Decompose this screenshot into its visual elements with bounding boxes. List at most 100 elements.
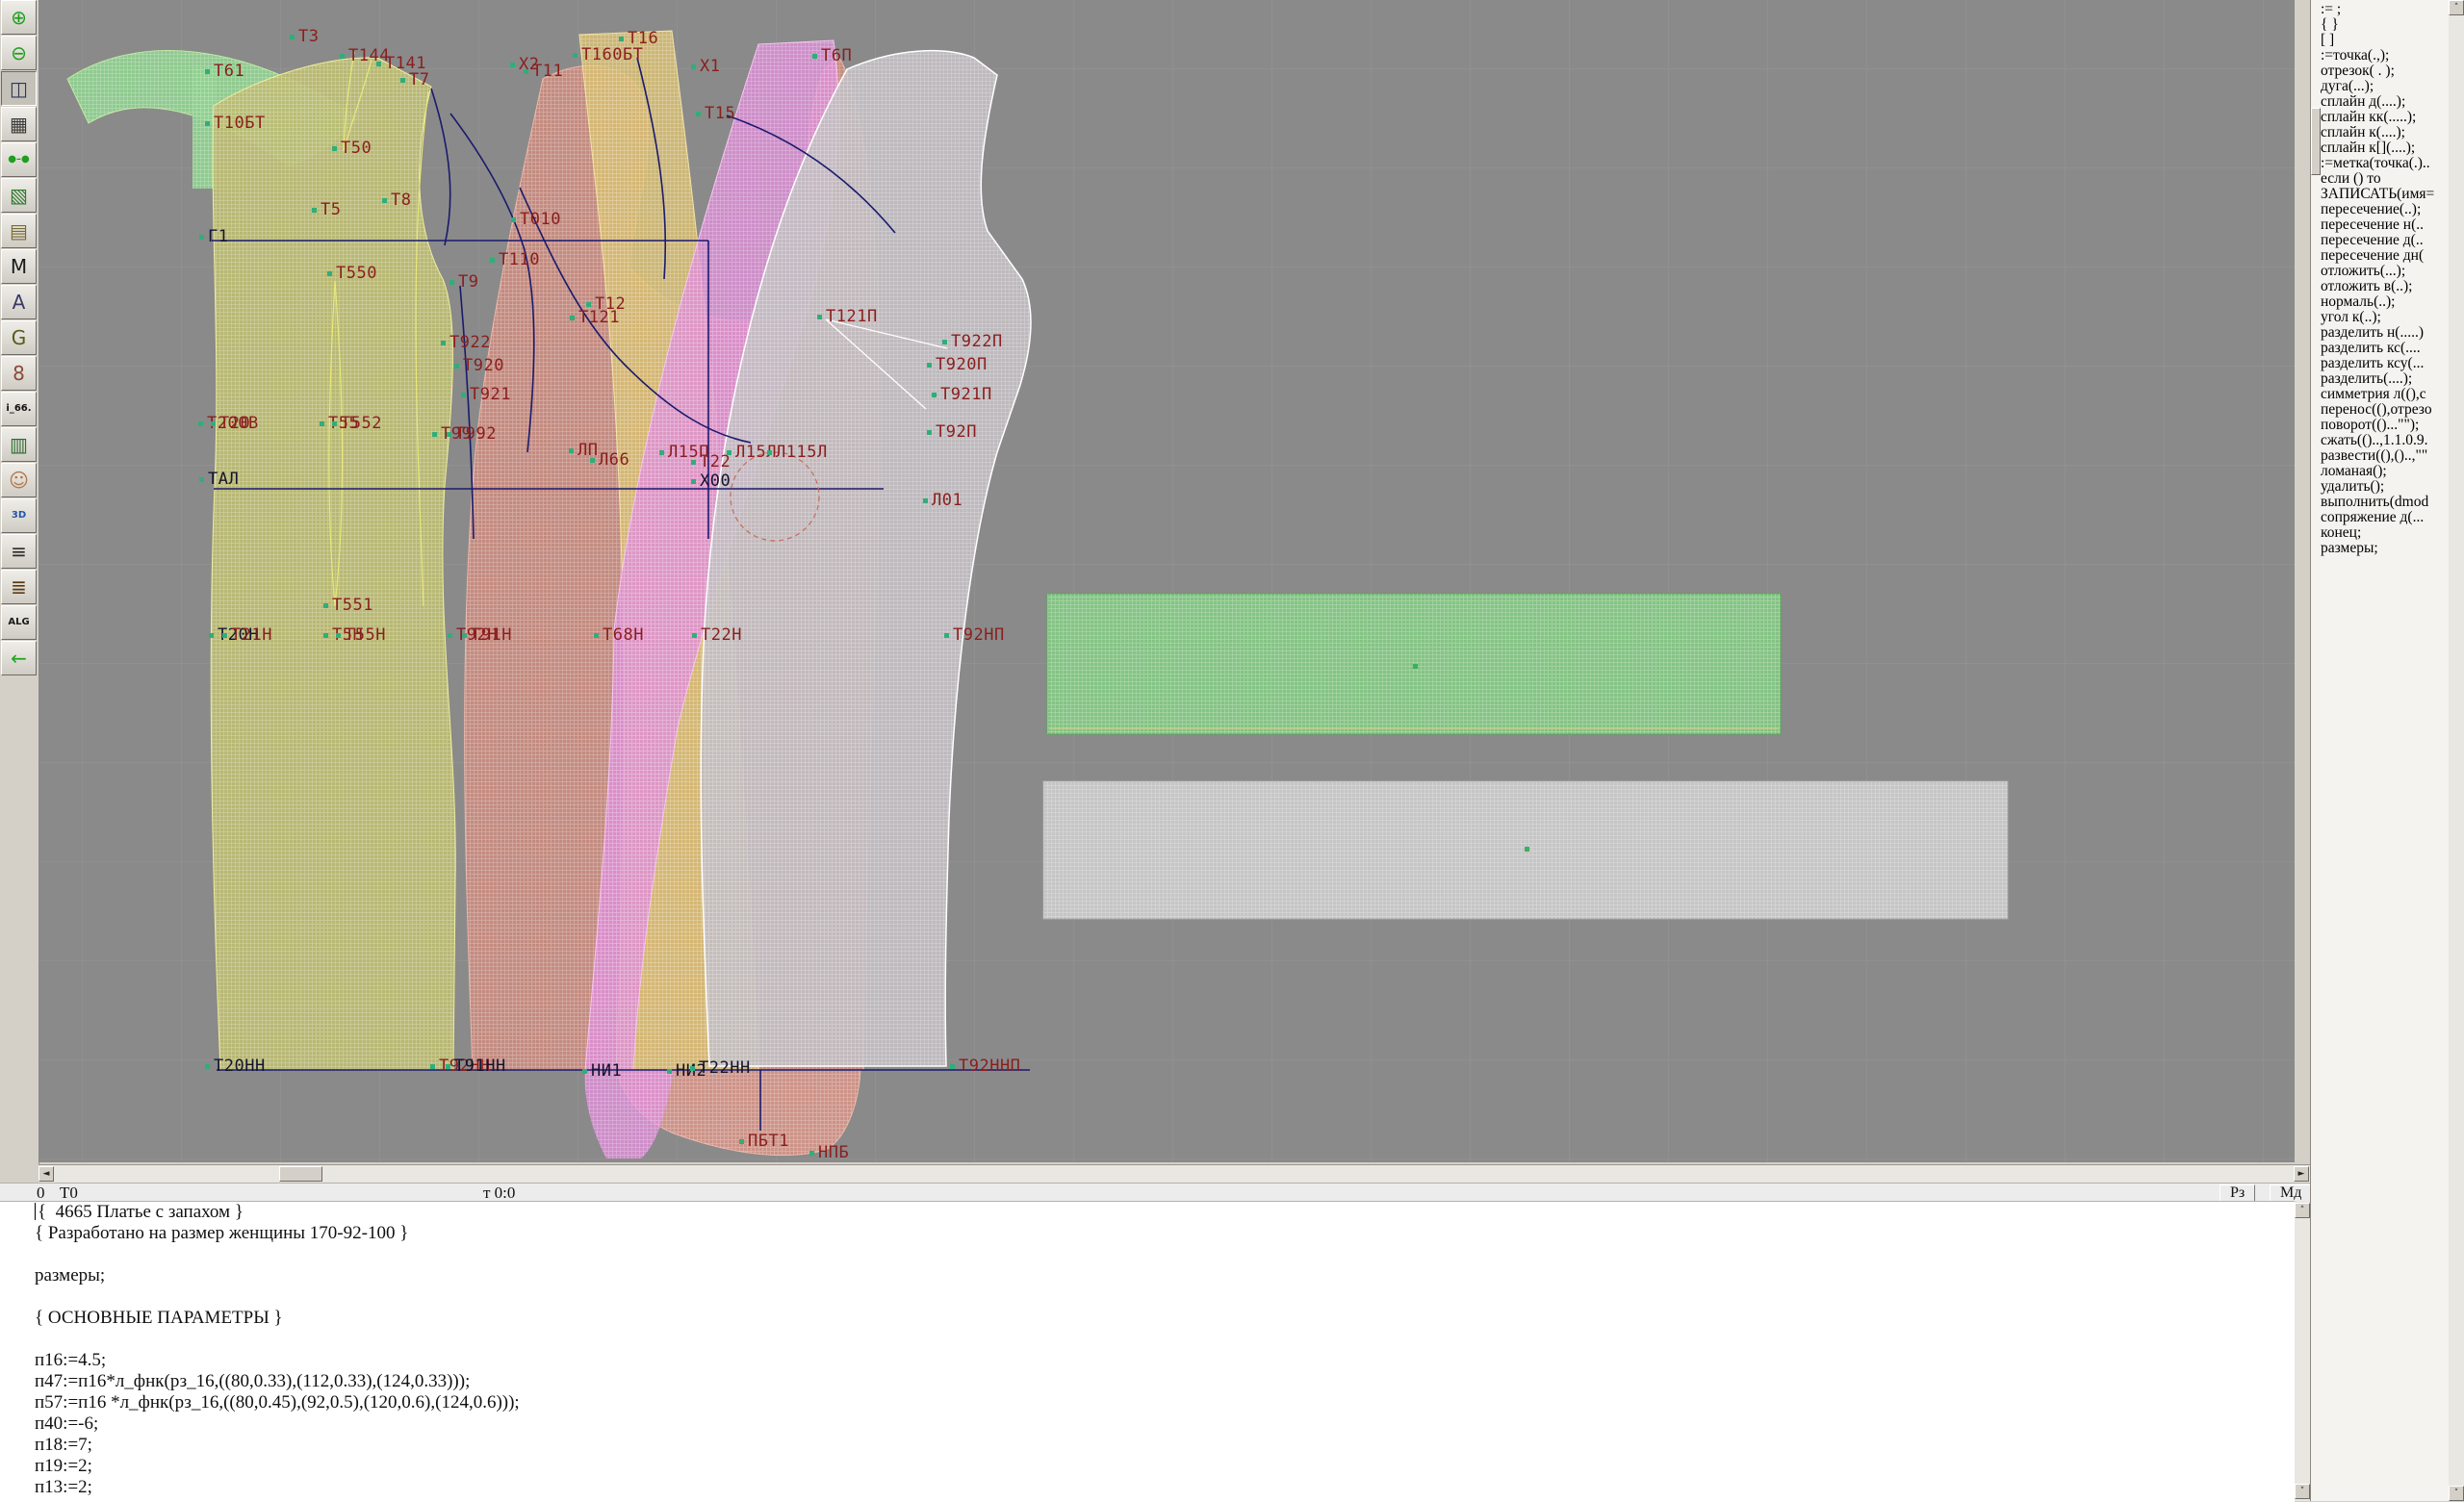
- pattern-point-label: Т551: [332, 596, 373, 615]
- command-item[interactable]: := ;: [2321, 2, 2449, 17]
- pattern-drawing[interactable]: Т3Т144Т141Т7Т61Т10БТТ50Т5Т8Г1Т010Т110Т55…: [38, 0, 2295, 1162]
- g-letter-tool[interactable]: G: [1, 320, 37, 355]
- razmer-button[interactable]: Рз: [2220, 1184, 2255, 1202]
- command-item[interactable]: разделить(....);: [2321, 371, 2449, 387]
- segment-tool[interactable]: ●–●: [1, 142, 37, 177]
- editor-scroll-up-button[interactable]: ˄: [2295, 1203, 2310, 1218]
- panel-scroll-down-button[interactable]: ˅: [2449, 1486, 2464, 1501]
- command-item[interactable]: пересечение н(..: [2321, 217, 2449, 233]
- command-item[interactable]: ЗАПИСАТЬ(имя=: [2321, 187, 2449, 202]
- pattern-point-label: Х1: [700, 57, 720, 76]
- pattern-point-marker: [430, 1064, 435, 1069]
- pattern-point-label: Т922: [449, 333, 491, 352]
- grid-tool[interactable]: ▦: [1, 107, 37, 141]
- pattern-point-marker: [767, 450, 772, 455]
- pattern-point-marker: [340, 54, 345, 59]
- pattern-point-label: Т20: [219, 414, 250, 433]
- pattern-point-marker: [199, 477, 204, 482]
- command-item[interactable]: сплайн кк(.....);: [2321, 110, 2449, 125]
- pattern-point-marker: [199, 235, 204, 240]
- pattern-point-label: Т992: [455, 424, 497, 444]
- pattern-point-marker: [441, 341, 446, 345]
- a-compass-tool[interactable]: A: [1, 285, 37, 319]
- alg-tool[interactable]: ALG: [1, 605, 37, 640]
- i66-tool[interactable]: i_66.: [1, 392, 37, 426]
- books-tool[interactable]: ≣: [1, 570, 37, 604]
- map-tool[interactable]: ▧: [1, 178, 37, 213]
- command-item[interactable]: размеры;: [2321, 541, 2449, 556]
- pattern-point-marker: [490, 258, 495, 263]
- command-item[interactable]: удалить();: [2321, 479, 2449, 495]
- grazia-cad-window: { "app": {"title": "Грация САПР — констр…: [0, 0, 2464, 1501]
- panel-vertical-scrollbar[interactable]: ˄ ˅: [2449, 0, 2464, 1501]
- command-item[interactable]: :=точка(.,);: [2321, 48, 2449, 64]
- pattern-point-marker: [739, 1139, 744, 1144]
- pattern-point-label: Т20НН: [214, 1056, 266, 1076]
- command-item[interactable]: пересечение д(..: [2321, 233, 2449, 248]
- zoom-out-tool[interactable]: ⊖: [1, 36, 37, 70]
- notebook-tool[interactable]: ▤: [1, 214, 37, 248]
- command-item[interactable]: сопряжение д(...: [2321, 510, 2449, 525]
- pattern-point-marker: [582, 1069, 587, 1074]
- pattern-point-marker: [932, 393, 937, 397]
- command-item[interactable]: разделить ксу(...: [2321, 356, 2449, 371]
- pattern-point-label: Т92НП: [953, 625, 1005, 645]
- program-editor[interactable]: { 4665 Платье с запахом }{ Разработано н…: [0, 1201, 2295, 1502]
- command-item[interactable]: развести((),()..,"": [2321, 448, 2449, 464]
- pattern-point-marker: [619, 37, 624, 41]
- command-item[interactable]: пересечение дн(: [2321, 248, 2449, 264]
- command-item[interactable]: разделить кс(....: [2321, 341, 2449, 356]
- command-item[interactable]: сплайн д(....);: [2321, 94, 2449, 110]
- command-item[interactable]: :=метка(точка(.)..: [2321, 156, 2449, 171]
- panel-scroll-up-button[interactable]: ˄: [2449, 0, 2464, 15]
- command-item[interactable]: ломаная();: [2321, 464, 2449, 479]
- command-item[interactable]: отложить в(..);: [2321, 279, 2449, 294]
- command-item[interactable]: угол к(..);: [2321, 310, 2449, 325]
- command-item[interactable]: сплайн к(....);: [2321, 125, 2449, 140]
- exit-tool[interactable]: ←: [1, 641, 37, 675]
- threed-tool[interactable]: 3D: [1, 498, 37, 533]
- model-button[interactable]: Мд: [2270, 1184, 2312, 1202]
- command-item[interactable]: дуга(...);: [2321, 79, 2449, 94]
- command-item[interactable]: перенос((),отрезо: [2321, 402, 2449, 418]
- ruler-8-tool[interactable]: 8: [1, 356, 37, 391]
- canvas-horizontal-scrollbar[interactable]: ◄ ►: [38, 1164, 2310, 1183]
- editor-vertical-scrollbar[interactable]: ˄ ˅: [2295, 1201, 2310, 1501]
- command-item[interactable]: отрезок( . );: [2321, 64, 2449, 79]
- pattern-point-label: Т550: [336, 264, 377, 283]
- hscroll-thumb[interactable]: [279, 1166, 322, 1182]
- pattern-point-label: Т92П: [936, 422, 977, 442]
- command-item[interactable]: сплайн к[](....);: [2321, 140, 2449, 156]
- pattern-point-marker: [205, 121, 210, 126]
- scroll-right-button[interactable]: ►: [2294, 1166, 2309, 1182]
- pattern-point-label: Т68Н: [603, 625, 644, 645]
- editor-scroll-down-button[interactable]: ˅: [2295, 1484, 2310, 1499]
- command-item[interactable]: выполнить(dmod: [2321, 495, 2449, 510]
- code-line: [0, 1244, 2295, 1265]
- command-item[interactable]: разделить н(.....): [2321, 325, 2449, 341]
- command-item[interactable]: нормаль(..);: [2321, 294, 2449, 310]
- command-item[interactable]: симметрия л((),с: [2321, 387, 2449, 402]
- table-tool[interactable]: ▥: [1, 427, 37, 462]
- command-item[interactable]: конец;: [2321, 525, 2449, 541]
- photo-tool[interactable]: ☺: [1, 463, 37, 497]
- command-item[interactable]: сжать(()..,1.1.0.9.: [2321, 433, 2449, 448]
- command-item[interactable]: { }: [2321, 17, 2449, 33]
- zoom-in-tool[interactable]: ⊕: [1, 0, 37, 35]
- preview-document-tool[interactable]: ◫: [1, 71, 37, 106]
- command-item[interactable]: если () то: [2321, 171, 2449, 187]
- status-count: 0: [37, 1184, 45, 1203]
- pattern-point-label: Т160БТ: [581, 45, 643, 64]
- command-item[interactable]: [ ]: [2321, 33, 2449, 48]
- scroll-left-button[interactable]: ◄: [38, 1166, 54, 1182]
- command-item[interactable]: отложить(...);: [2321, 264, 2449, 279]
- text-document-tool[interactable]: ≡: [1, 534, 37, 569]
- command-item[interactable]: поворот(()..."");: [2321, 418, 2449, 433]
- panel-splitter-handle[interactable]: [2311, 108, 2321, 175]
- m-letter-tool[interactable]: M: [1, 249, 37, 284]
- pattern-point-marker: [462, 633, 467, 638]
- pattern-canvas[interactable]: Т3Т144Т141Т7Т61Т10БТТ50Т5Т8Г1Т010Т110Т55…: [38, 0, 2295, 1162]
- pattern-point-marker: [332, 146, 337, 151]
- command-item[interactable]: пересечение(..);: [2321, 202, 2449, 217]
- pattern-point-label: Т55Н: [345, 625, 386, 645]
